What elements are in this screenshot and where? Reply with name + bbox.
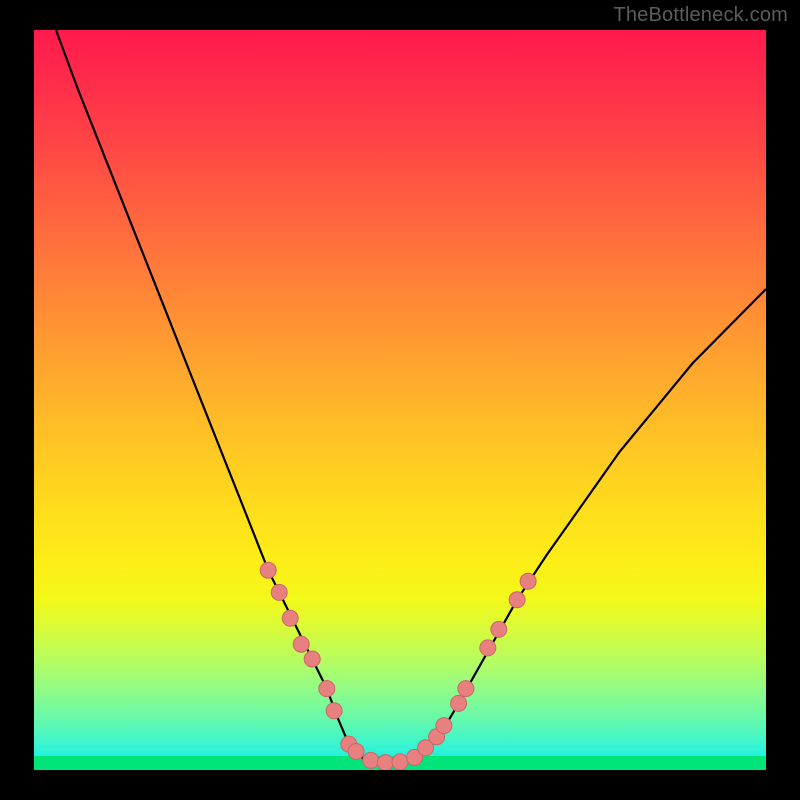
marker-dot <box>377 755 393 770</box>
chart-frame: TheBottleneck.com <box>0 0 800 800</box>
marker-dot <box>509 592 525 608</box>
plot-area <box>34 30 766 770</box>
marker-dot <box>436 718 452 734</box>
marker-dot <box>326 703 342 719</box>
bottleneck-curve <box>56 30 766 763</box>
watermark-text: TheBottleneck.com <box>613 4 788 27</box>
marker-dot <box>304 651 320 667</box>
marker-dot <box>260 562 276 578</box>
marker-dot <box>458 681 474 697</box>
curve-markers <box>260 562 536 770</box>
marker-dot <box>271 584 287 600</box>
marker-dot <box>480 640 496 656</box>
marker-dot <box>282 610 298 626</box>
marker-dot <box>392 754 408 770</box>
marker-dot <box>491 621 507 637</box>
marker-dot <box>293 636 309 652</box>
marker-dot <box>319 681 335 697</box>
marker-dot <box>451 695 467 711</box>
marker-dot <box>363 752 379 768</box>
curve-layer <box>34 30 766 770</box>
marker-dot <box>348 744 364 760</box>
marker-dot <box>520 573 536 589</box>
